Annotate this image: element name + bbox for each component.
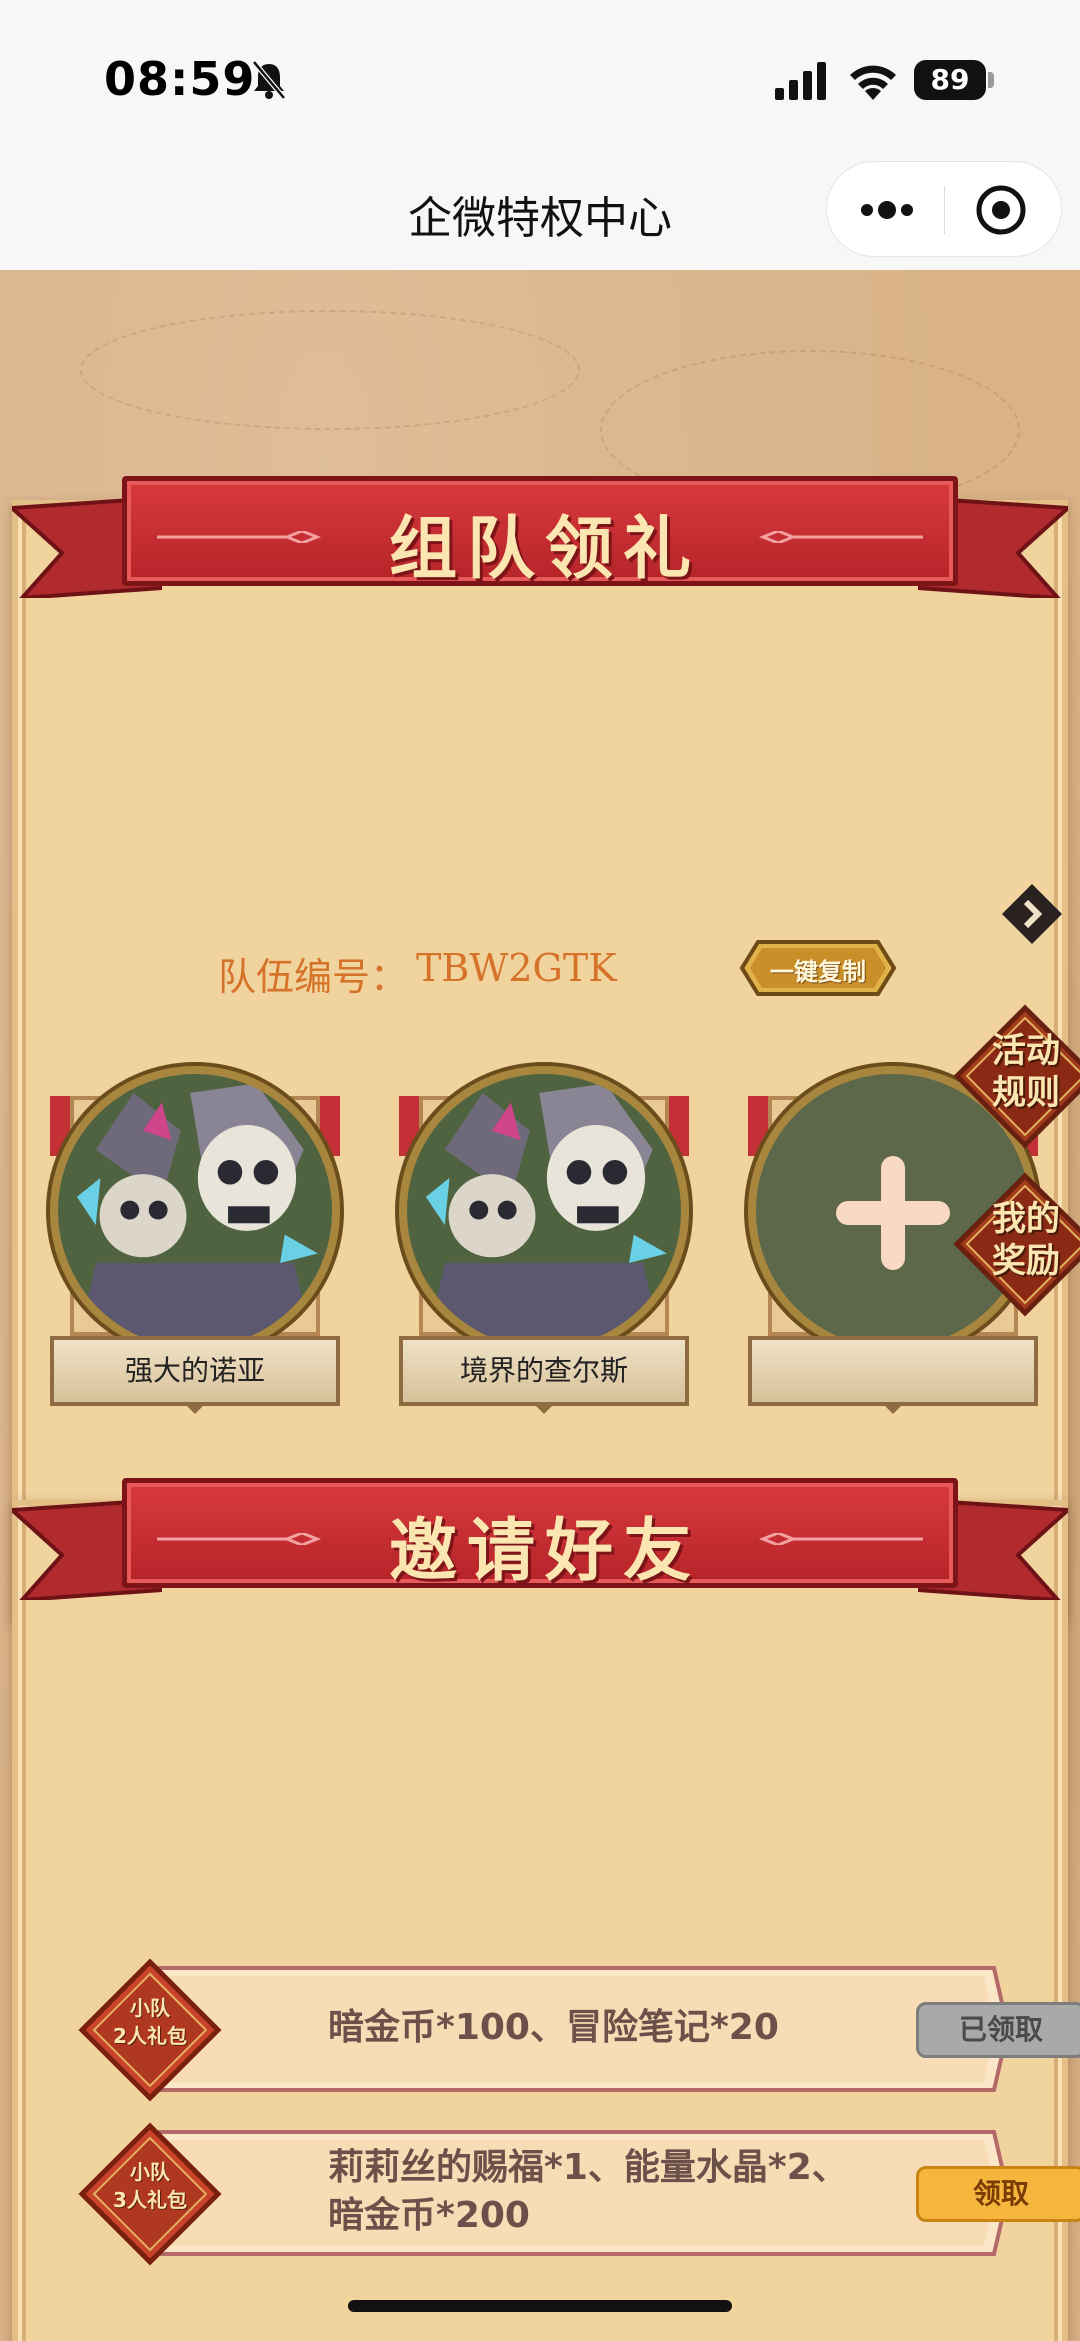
home-indicator[interactable] xyxy=(348,2300,732,2312)
nameplate-tip xyxy=(881,1402,905,1414)
reward-description: 莉莉丝的赐福*1、能量水晶*2、 暗金币*200 xyxy=(328,2144,848,2240)
reward-badge: 小队 2人礼包 xyxy=(78,1958,222,2102)
rules-line-2: 规则 xyxy=(992,1073,1060,1113)
invite-panel: 暗金币*100、冒险笔记*20 已领取 小队 2人礼包 莉莉丝的赐福*1、能量水… xyxy=(12,1500,1080,2341)
reward-line: 暗金币*200 xyxy=(328,2195,530,2236)
badge-line-2: 2人礼包 xyxy=(113,2024,187,2048)
reward-description: 暗金币*100、冒险笔记*20 xyxy=(328,2004,848,2052)
my-rewards-button[interactable]: 我的 奖励 xyxy=(953,1172,1080,1317)
badge-line-2: 3人礼包 xyxy=(113,2188,187,2212)
title-bar: 企微特权中心 xyxy=(0,150,1080,270)
rules-line-1: 活动 xyxy=(992,1031,1060,1071)
badge-line-1: 小队 xyxy=(130,1996,170,2020)
battery-icon: 89 xyxy=(914,60,986,100)
member-name: 强大的诺亚 xyxy=(50,1336,340,1406)
map-decoration xyxy=(80,310,580,430)
member-avatar[interactable] xyxy=(399,1066,689,1356)
claimed-button[interactable]: 已领取 xyxy=(916,2002,1080,2058)
invite-banner: 邀请好友 xyxy=(12,1478,1068,1608)
reward-badge-label: 小队 3人礼包 xyxy=(100,2158,200,2214)
member-name: 境界的查尔斯 xyxy=(399,1336,689,1406)
reward-item: 暗金币*100、冒险笔记*20 已领取 小队 2人礼包 xyxy=(78,1958,1080,2104)
target-icon[interactable] xyxy=(975,184,1027,236)
ribbon-body: 组队领礼 xyxy=(122,476,958,589)
member-name xyxy=(748,1336,1038,1406)
battery-cap xyxy=(988,72,994,88)
rewards-line-2: 奖励 xyxy=(992,1241,1060,1281)
game-content: 队伍编号： TBW2GTK 一键复制 强大的诺亚 境界的查尔斯 活动 规则 我的… xyxy=(0,270,1080,2341)
bell-muted-icon xyxy=(252,60,286,100)
team-number-value: TBW2GTK xyxy=(416,946,617,990)
more-icon[interactable] xyxy=(857,192,917,228)
reward-strip: 暗金币*100、冒险笔记*20 已领取 xyxy=(158,1964,1080,2094)
nameplate-tip xyxy=(532,1402,556,1414)
capsule-divider xyxy=(944,186,945,234)
team-banner: 组队领礼 xyxy=(12,476,1068,606)
copy-team-code-button[interactable]: 一键复制 xyxy=(738,938,898,998)
activity-rules-button[interactable]: 活动 规则 xyxy=(953,1004,1080,1149)
team-member-card: 境界的查尔斯 xyxy=(399,1066,689,1414)
wifi-icon xyxy=(850,65,896,100)
reward-line: 暗金币*100、冒险笔记*20 xyxy=(328,2007,779,2048)
reward-badge-label: 小队 2人礼包 xyxy=(100,1994,200,2050)
reward-badge: 小队 3人礼包 xyxy=(78,2122,222,2266)
rewards-line-1: 我的 xyxy=(992,1199,1060,1239)
miniprogram-capsule xyxy=(826,161,1062,257)
next-arrow-button[interactable] xyxy=(1000,882,1064,946)
invite-banner-title: 邀请好友 xyxy=(388,1512,701,1591)
status-time: 08:59 xyxy=(104,52,256,106)
copy-button-label: 一键复制 xyxy=(770,958,866,986)
reward-line: 莉莉丝的赐福*1、能量水晶*2、 xyxy=(328,2147,848,2188)
signal-icon xyxy=(775,62,826,100)
activity-rules-label: 活动 规则 xyxy=(971,1030,1080,1114)
reward-item: 莉莉丝的赐福*1、能量水晶*2、 暗金币*200 领取 小队 3人礼包 xyxy=(78,2122,1080,2268)
badge-line-1: 小队 xyxy=(130,2160,170,2184)
nameplate-tip xyxy=(183,1402,207,1414)
status-bar: 08:59 89 xyxy=(0,0,1080,150)
member-avatar[interactable] xyxy=(50,1066,340,1356)
my-rewards-label: 我的 奖励 xyxy=(971,1198,1080,1282)
claim-button[interactable]: 领取 xyxy=(916,2166,1080,2222)
team-number-label: 队伍编号： xyxy=(218,955,409,999)
plus-icon xyxy=(881,1156,905,1270)
team-panel: 队伍编号： TBW2GTK 一键复制 强大的诺亚 境界的查尔斯 活动 规则 我的… xyxy=(12,500,1080,1620)
team-banner-title: 组队领礼 xyxy=(388,510,701,589)
reward-strip: 莉莉丝的赐福*1、能量水晶*2、 暗金币*200 领取 xyxy=(158,2128,1080,2258)
ribbon-body: 邀请好友 xyxy=(122,1478,958,1591)
team-member-card: 强大的诺亚 xyxy=(50,1066,340,1414)
